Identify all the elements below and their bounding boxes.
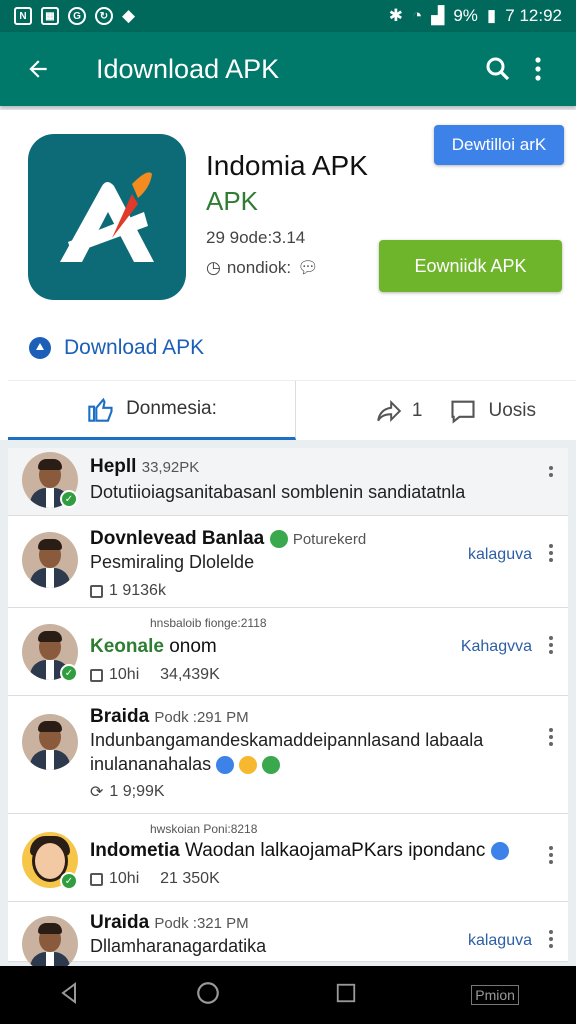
list-item[interactable]: Dovnlevead Banlaa Poturekerd Pesmiraling… xyxy=(8,516,568,608)
list-item[interactable]: Uraida Podk :321 PM Dllamharanagardatika… xyxy=(8,902,568,972)
item-menu-icon[interactable] xyxy=(546,544,556,562)
comment-icon xyxy=(451,400,476,424)
wifi-icon: ◔ xyxy=(411,6,423,25)
emoji-icon xyxy=(239,756,258,775)
recents-nav-icon[interactable] xyxy=(335,982,357,1009)
comment-text: Pesmiraling Dlolelde xyxy=(90,552,255,572)
like-label: Donmesia: xyxy=(126,398,217,419)
refresh-icon: ⟳ xyxy=(90,784,104,801)
comment-feed: ✓ Hepll 33,92PK Dotutiioiagsanitabasanl … xyxy=(8,448,568,972)
comment-author: Uraida Podk :321 PM xyxy=(90,912,249,933)
gallery-icon: ▦ xyxy=(41,7,59,25)
action-row: Donmesia: 1 Uosis xyxy=(8,380,576,440)
page-title: Idownload APK xyxy=(96,53,280,84)
comment-header: hnsbaloib fionge:2118 xyxy=(150,616,267,630)
comment-bubble-icon: 💬︎ xyxy=(297,258,319,277)
share-button[interactable]: 1 xyxy=(374,398,423,424)
comment-author: Keonale onom xyxy=(90,636,217,657)
share-count: 1 xyxy=(411,399,423,421)
comment-stats: 1 9136k xyxy=(90,582,166,600)
status-system-icons: ✱ ◔ ▟ 9% ▮ 7 12:92 xyxy=(389,6,562,26)
bluetooth-icon: ✱ xyxy=(388,6,403,25)
status-bar: N ▦ G ↻ ◆ ✱ ◔ ▟ 9% ▮ 7 12:92 xyxy=(0,0,576,32)
comment-stats: ⟳ 1 9;99K xyxy=(90,783,165,801)
app-bar: Idownload APK xyxy=(0,32,576,106)
reply-link[interactable]: kalaguva xyxy=(468,546,532,564)
list-item[interactable]: hnsbaloib fionge:2118 ✓ Keonale onom 10h… xyxy=(8,608,568,696)
comment-header: hwskoian Poni:8218 xyxy=(150,822,258,836)
copy-icon xyxy=(90,872,103,886)
recents-label[interactable]: Pmion xyxy=(471,985,519,1005)
avatar xyxy=(22,532,78,588)
thumbs-up-icon xyxy=(88,397,113,422)
list-item[interactable]: hwskoian Poni:8218 ✓ Indometia Waodan la… xyxy=(8,814,568,902)
comment-author: Hepll 33,92PK xyxy=(90,456,200,477)
item-menu-icon[interactable] xyxy=(546,636,556,654)
comment-text: Indunbangamandeskamaddeipannlasand labaa… xyxy=(90,730,484,750)
download-icon xyxy=(29,337,51,359)
comment-text: Dotutiioiagsanitabasanl somblenin sandia… xyxy=(90,482,466,502)
like-button[interactable]: Donmesia: xyxy=(8,381,296,440)
overflow-menu-icon[interactable] xyxy=(518,49,558,89)
item-menu-icon[interactable] xyxy=(546,930,556,948)
item-menu-icon[interactable] xyxy=(546,846,556,864)
download-link-label: Download APK xyxy=(64,336,205,359)
clock: 7 12:92 xyxy=(505,6,562,25)
comment-stats: 10hi 21 350K xyxy=(90,870,220,888)
item-menu-icon[interactable] xyxy=(546,728,556,746)
comments-label: Uosis xyxy=(488,399,536,421)
search-icon[interactable] xyxy=(478,49,518,89)
comment-author: Indometia Waodan lalkaojamaPKars ipondan… xyxy=(90,840,509,862)
download-apk-button[interactable]: Eowniidk APK xyxy=(379,240,562,292)
copy-icon xyxy=(90,584,103,598)
app-name: Indomia APK xyxy=(206,150,368,181)
item-menu-icon[interactable] xyxy=(546,466,556,477)
app-notification-icon: G xyxy=(68,7,86,25)
avatar xyxy=(22,714,78,770)
app-meta: 29 9ode:3.14 xyxy=(206,228,306,247)
download-small-button[interactable]: Dewtilloi arK xyxy=(434,125,564,165)
signal-icon: ▟ xyxy=(431,6,445,25)
app-header-card: Indomia APK APK 29 9ode:3.14 ◷ nondiok: … xyxy=(0,110,576,440)
home-nav-icon[interactable] xyxy=(195,980,221,1011)
system-nav-bar: Pmion xyxy=(0,966,576,1024)
location-icon: ◆ xyxy=(122,6,136,25)
comment-text-continued: inulananahalas xyxy=(90,754,281,775)
battery-percent: 9% xyxy=(453,6,478,25)
verified-badge-icon: ✓ xyxy=(60,490,78,508)
back-nav-icon[interactable] xyxy=(57,981,81,1010)
list-item[interactable]: ✓ Hepll 33,92PK Dotutiioiagsanitabasanl … xyxy=(8,448,568,516)
comment-stats: 10hi 34,439K xyxy=(90,666,220,684)
status-notification-icons: N ▦ G ↻ ◆ xyxy=(14,6,135,26)
comment-author: Braida Podk :291 PM xyxy=(90,706,249,727)
developer-label: nondiok: xyxy=(226,258,292,277)
app-subtitle: APK xyxy=(206,186,259,216)
verified-badge-icon: ✓ xyxy=(60,872,78,890)
download-link[interactable]: Download APK xyxy=(28,336,204,360)
share-arrow-icon xyxy=(377,399,402,422)
emoji-icon xyxy=(216,756,235,775)
comment-author: Dovnlevead Banlaa Poturekerd xyxy=(90,528,367,549)
avatar xyxy=(22,916,78,972)
comment-meta: 33,92PK xyxy=(141,459,200,476)
copy-icon xyxy=(90,668,103,682)
list-item[interactable]: Braida Podk :291 PM Indunbangamandeskama… xyxy=(8,696,568,814)
reply-link[interactable]: kalaguva xyxy=(468,932,532,950)
sync-icon: ↻ xyxy=(95,7,113,25)
reply-link[interactable]: Kahagvva xyxy=(461,638,532,656)
notification-icon: N xyxy=(14,7,32,25)
app-logo-icon xyxy=(28,134,186,300)
battery-icon: ▮ xyxy=(486,6,497,25)
verified-badge-icon: ✓ xyxy=(60,664,78,682)
back-arrow-icon[interactable] xyxy=(18,49,58,89)
app-developer: ◷ nondiok: 💬︎ xyxy=(206,258,319,278)
comment-text: Dllamharanagardatika xyxy=(90,936,267,956)
secondary-actions: 1 Uosis xyxy=(296,381,576,440)
emoji-icon xyxy=(262,756,281,775)
comments-button[interactable]: Uosis xyxy=(448,397,536,425)
clock-icon: ◷ xyxy=(206,258,221,277)
verified-badge-icon xyxy=(490,841,509,860)
verified-badge-icon xyxy=(269,529,288,548)
